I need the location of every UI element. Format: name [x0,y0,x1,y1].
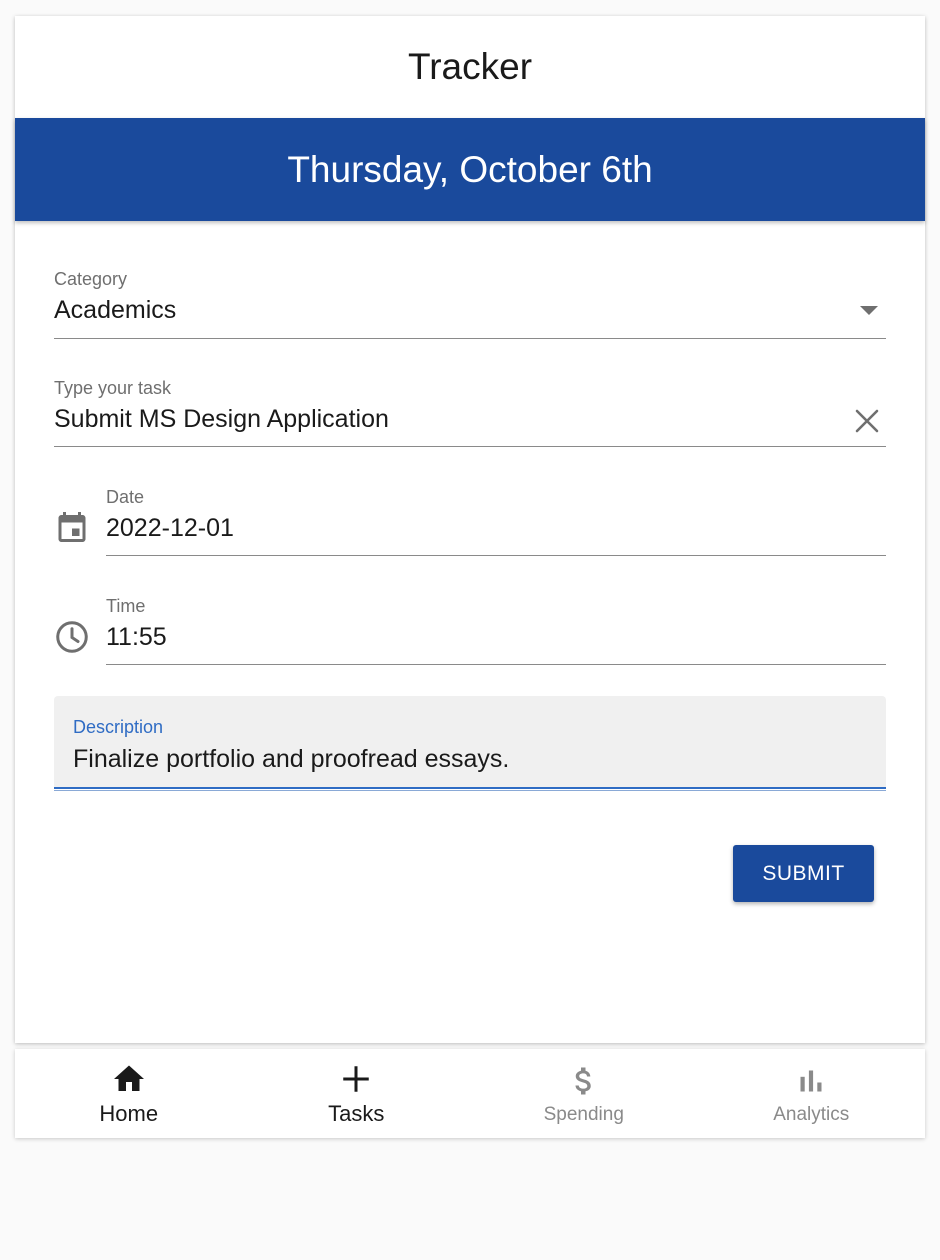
time-value: 11:55 [106,623,167,651]
nav-label-tasks: Tasks [328,1101,385,1126]
time-label: Time [106,596,146,616]
home-icon [113,1065,144,1091]
category-select[interactable]: Category Academics [54,266,886,339]
dollar-icon [575,1067,591,1095]
date-input[interactable]: Date 2022-12-01 [106,484,886,556]
nav-label-home: Home [99,1101,159,1126]
nav-label-spending: Spending [543,1104,624,1125]
main-card: Tracker Thursday, October 6th Category A… [15,16,925,1043]
task-input[interactable]: Type your task Submit MS Design Applicat… [54,375,886,447]
date-value: 2022-12-01 [106,514,234,542]
nav-item-analytics[interactable]: Analytics [698,1049,926,1138]
date-label: Date [106,487,145,507]
submit-button[interactable]: SUBMIT [733,845,874,902]
nav-label-analytics: Analytics [773,1104,850,1125]
nav-item-tasks[interactable]: Tasks [243,1049,471,1138]
time-input[interactable]: Time 11:55 [106,593,886,665]
category-value: Academics [54,296,177,324]
description-label: Description [73,717,164,737]
close-icon[interactable] [854,408,880,434]
app-title: Tracker [407,46,533,87]
nav-item-home[interactable]: Home [15,1049,243,1138]
nav-item-spending[interactable]: Spending [470,1049,698,1138]
bar-chart-icon [800,1070,822,1092]
bottom-nav: Home Tasks Spending Analytics [15,1049,925,1138]
category-label: Category [54,269,128,289]
task-value: Submit MS Design Application [54,405,389,433]
date-banner: Thursday, October 6th [15,118,925,221]
clock-icon [56,621,88,653]
description-value: Finalize portfolio and proofread essays. [73,745,510,773]
calendar-icon [58,512,86,542]
dropdown-arrow-icon[interactable] [860,306,878,316]
plus-icon [343,1066,369,1092]
task-label: Type your task [54,378,172,398]
description-input[interactable]: Description Finalize portfolio and proof… [54,696,886,791]
